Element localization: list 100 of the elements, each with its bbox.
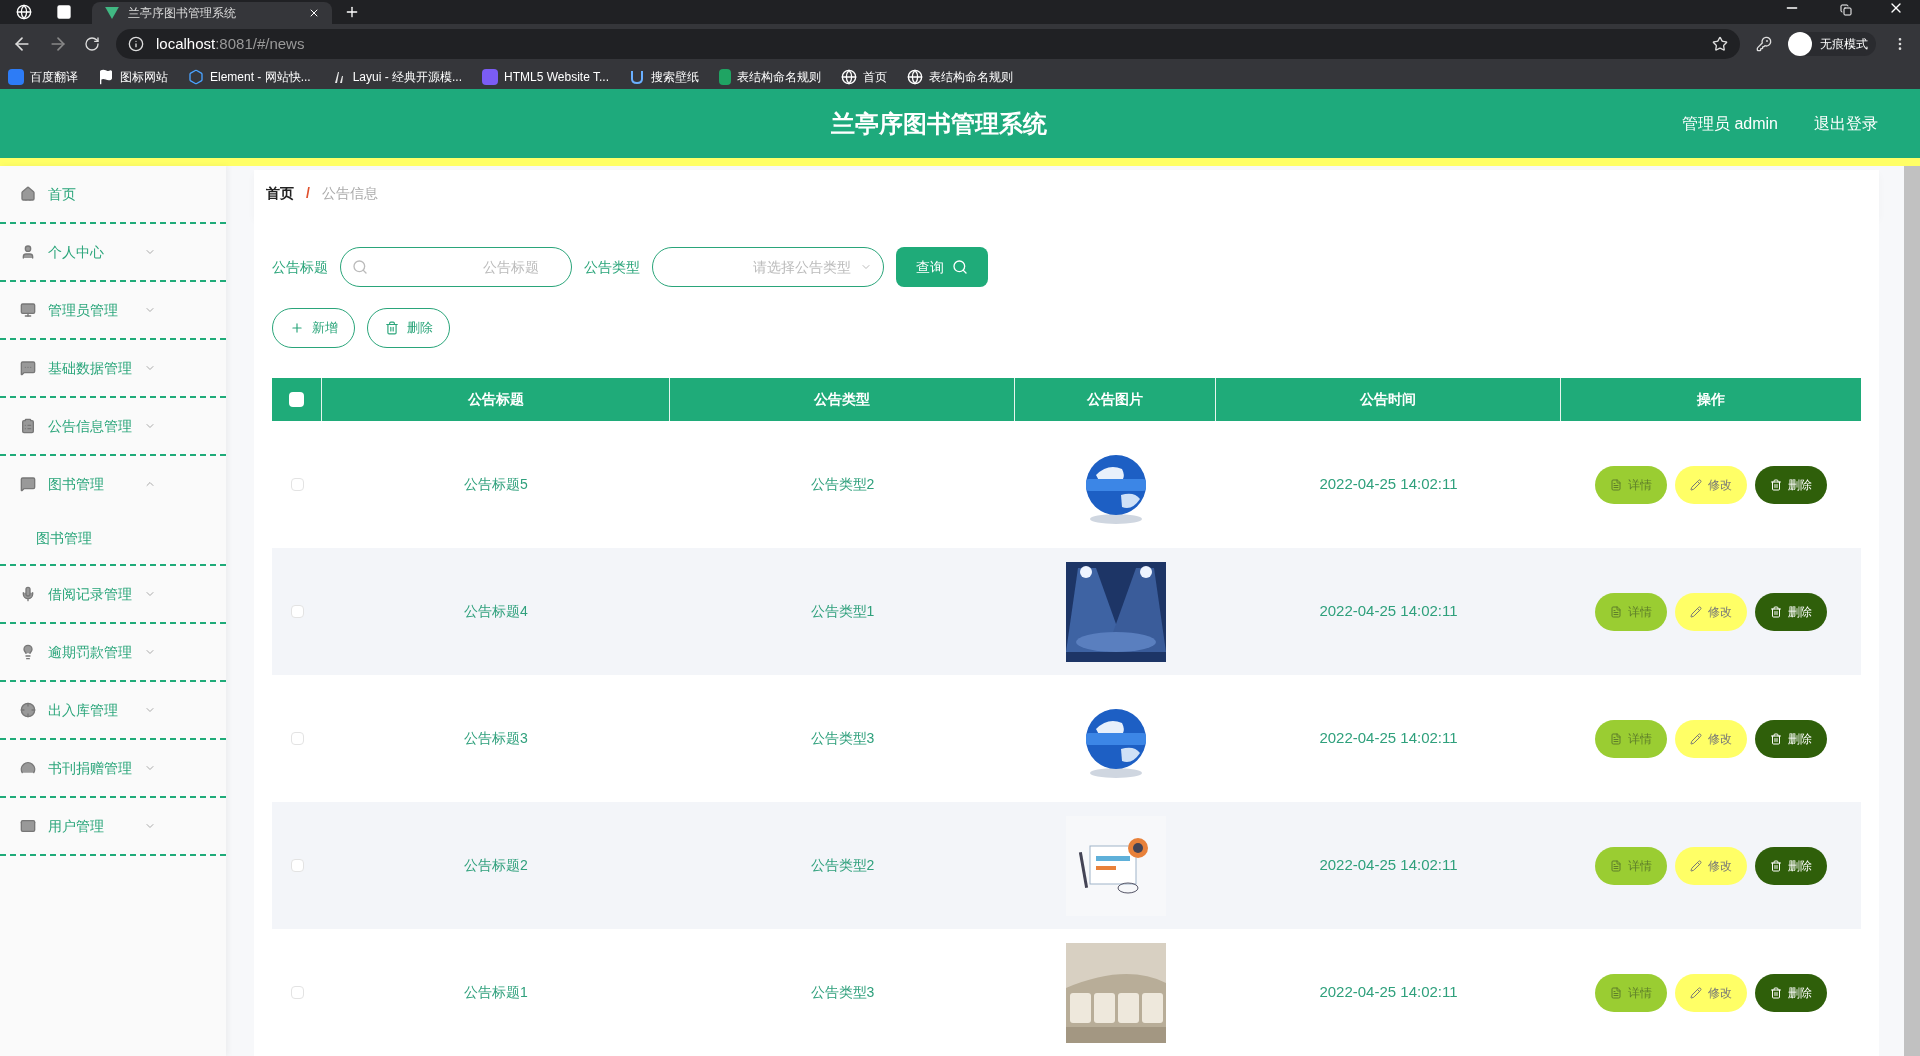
window-icon[interactable] — [56, 4, 72, 20]
table-cell-text: 2022-04-25 14:02:11 — [1318, 982, 1459, 1003]
table-cell-text: 公告类型2 — [809, 475, 876, 494]
bookmark[interactable]: Layui - 经典开源模... — [330, 67, 463, 86]
bookmark[interactable]: 搜索壁纸 — [629, 67, 699, 86]
select-field[interactable]: 请选择公告类型 — [652, 247, 884, 287]
user-icon — [20, 244, 36, 260]
row-checkbox[interactable] — [290, 732, 304, 745]
menu-item[interactable]: 首页 — [0, 166, 226, 222]
menu-item[interactable]: 借阅记录管理 — [0, 566, 226, 622]
query-button[interactable]: 查询 — [896, 247, 988, 287]
user-label: 管理员 admin — [1681, 113, 1778, 134]
bookmark[interactable]: 百度翻译 — [8, 67, 78, 86]
table-cell-text: 2022-04-25 14:02:11 — [1318, 474, 1459, 495]
menu-item[interactable]: 管理员管理 — [0, 282, 226, 338]
cup-icon — [629, 68, 645, 85]
menu-item[interactable]: 公告信息管理 — [0, 398, 226, 454]
url-text: localhost:8081/#/news — [156, 33, 305, 54]
logout-link[interactable]: 退出登录 — [1814, 111, 1878, 136]
document-icon — [1610, 605, 1622, 618]
profile-chip[interactable]: 无痕模式 — [1788, 32, 1876, 56]
scrollbar[interactable] — [1904, 166, 1920, 1056]
edit-button[interactable]: 修改 — [1675, 973, 1747, 1012]
field-label: 公告类型 — [584, 257, 640, 277]
search-icon — [952, 259, 968, 275]
lightbulb-icon — [20, 644, 36, 660]
delete-button[interactable]: 删除 — [1755, 465, 1827, 504]
tab-title: 兰亭序图书管理系统 — [128, 5, 237, 22]
detail-button[interactable]: 详情 — [1595, 465, 1667, 504]
column-header: 操作 — [1696, 390, 1726, 409]
html5-icon — [482, 68, 499, 85]
new-tab-icon[interactable] — [344, 4, 360, 20]
detail-button[interactable]: 详情 — [1595, 719, 1667, 758]
submenu-item[interactable]: 图书管理 — [0, 512, 226, 564]
trash-icon — [1770, 859, 1782, 872]
bookmark[interactable]: 首页 — [841, 67, 887, 86]
restore-icon[interactable] — [1840, 4, 1852, 16]
bookmark[interactable]: Element - 网站快... — [188, 67, 311, 86]
pencil-icon — [1690, 986, 1702, 999]
globe-icon — [907, 68, 923, 85]
trash-icon — [1770, 732, 1782, 745]
v-logo-icon — [104, 7, 120, 19]
select-all-checkbox[interactable] — [289, 392, 304, 407]
hexagon-icon — [188, 68, 204, 85]
address-bar[interactable]: localhost:8081/#/news — [116, 29, 1740, 59]
spreadsheet-icon — [719, 68, 731, 85]
table-cell-text: 公告类型2 — [809, 856, 876, 875]
detail-button[interactable]: 详情 — [1595, 973, 1667, 1012]
edit-button[interactable]: 修改 — [1675, 846, 1747, 885]
edit-button[interactable]: 修改 — [1675, 592, 1747, 631]
reload-icon[interactable] — [84, 36, 100, 52]
pencil-icon — [1690, 859, 1702, 872]
microphone-icon — [20, 586, 36, 602]
edit-button[interactable]: 修改 — [1675, 465, 1747, 504]
menu-item[interactable]: 个人中心 — [0, 224, 226, 280]
table-cell-text: 公告类型3 — [809, 729, 876, 748]
document-icon — [1610, 732, 1622, 745]
menu-item[interactable]: 逾期罚款管理 — [0, 624, 226, 680]
bookmark[interactable]: HTML5 Website T... — [482, 67, 609, 86]
table-cell-text: 2022-04-25 14:02:11 — [1318, 728, 1459, 749]
delete-button[interactable]: 删除 — [1755, 846, 1827, 885]
row-checkbox[interactable] — [290, 605, 304, 618]
menu-item[interactable]: 图书管理 — [0, 456, 226, 512]
star-icon[interactable] — [1712, 36, 1728, 52]
breadcrumb-item[interactable]: 首页 — [266, 183, 294, 204]
table-cell-text: 公告标题3 — [463, 729, 529, 748]
table-cell-text: 2022-04-25 14:02:11 — [1318, 855, 1459, 876]
pencil-icon — [1690, 478, 1702, 491]
row-checkbox[interactable] — [290, 986, 304, 999]
row-checkbox[interactable] — [290, 859, 304, 872]
table-cell-text: 公告类型1 — [809, 602, 876, 621]
delete-button[interactable]: 删除 — [1755, 592, 1827, 631]
search-field[interactable]: 公告标题 — [340, 247, 572, 287]
detail-button[interactable]: 详情 — [1595, 592, 1667, 631]
trash-icon — [1770, 478, 1782, 491]
document-icon — [1610, 986, 1622, 999]
search-icon — [352, 259, 368, 275]
key-icon[interactable] — [1756, 36, 1772, 52]
edit-button[interactable]: 修改 — [1675, 719, 1747, 758]
browser-tab[interactable]: 兰亭序图书管理系统 — [92, 2, 332, 24]
globe-icon — [841, 68, 857, 85]
detail-button[interactable]: 详情 — [1595, 846, 1667, 885]
globe-icon[interactable] — [16, 4, 32, 20]
menu-item[interactable]: 基础数据管理 — [0, 340, 226, 396]
menu-item[interactable]: 出入库管理 — [0, 682, 226, 738]
menu-item[interactable]: 用户管理 — [0, 798, 226, 854]
trash-icon — [384, 321, 399, 335]
bookmark[interactable]: 图标网站 — [98, 67, 168, 86]
bookmark[interactable]: 表结构命名规则 — [719, 67, 821, 86]
row-checkbox[interactable] — [290, 478, 304, 491]
bookmark[interactable]: 表结构命名规则 — [907, 67, 1013, 86]
table-cell-text: 公告标题5 — [463, 475, 529, 494]
menu-item[interactable]: 书刊捐赠管理 — [0, 740, 226, 796]
delete-button[interactable]: 删除 — [1755, 719, 1827, 758]
close-icon[interactable] — [308, 7, 320, 19]
chat-icon — [20, 360, 36, 376]
table-cell-text: 公告标题4 — [463, 602, 529, 621]
delete-button[interactable]: 删除 — [1755, 973, 1827, 1012]
translate-icon — [8, 68, 24, 85]
app-title: 兰亭序图书管理系统 — [831, 108, 1047, 139]
